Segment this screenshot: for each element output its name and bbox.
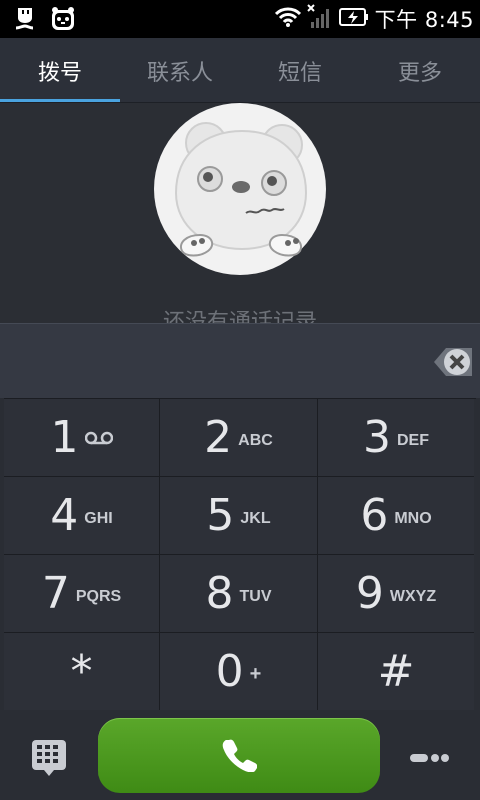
key-8[interactable]: 8 TUV: [160, 555, 318, 633]
key-4[interactable]: 4 GHI: [4, 477, 160, 555]
voicemail-icon: [84, 431, 113, 450]
key-1[interactable]: 1: [4, 399, 160, 477]
backspace-icon[interactable]: [432, 342, 474, 382]
key-9[interactable]: 9 WXYZ: [318, 555, 474, 633]
app-mascot-icon: [50, 6, 76, 36]
tab-bar: 拨号 联系人 短信 更多: [0, 38, 480, 103]
tab-contacts[interactable]: 联系人: [120, 38, 240, 103]
key-0[interactable]: 0 +: [160, 633, 318, 711]
call-button[interactable]: [98, 718, 380, 793]
battery-charging-icon: [338, 6, 369, 32]
dialed-number-display[interactable]: [0, 323, 480, 398]
usb-debug-icon: [14, 6, 38, 36]
status-bar: 下午 8:45: [0, 0, 480, 38]
dialer-action-bar: [0, 710, 480, 800]
empty-call-log-message: 还没有通话记录: [162, 310, 317, 323]
dialpad-toggle-icon[interactable]: [30, 738, 70, 778]
tab-messages[interactable]: 短信: [240, 38, 360, 103]
tab-more[interactable]: 更多: [360, 38, 480, 103]
key-3[interactable]: 3 DEF: [318, 399, 474, 477]
key-5[interactable]: 5 JKL: [160, 477, 318, 555]
phone-handset-icon: [221, 736, 258, 776]
dial-keypad: 1 2 ABC 3 DEF 4 GHI 5 JKL 6 MNO 7 PQRS 8…: [0, 398, 480, 711]
key-7[interactable]: 7 PQRS: [4, 555, 160, 633]
status-time: 下午 8:45: [374, 8, 474, 32]
tab-dialer[interactable]: 拨号: [0, 38, 120, 103]
key-6[interactable]: 6 MNO: [318, 477, 474, 555]
key-star[interactable]: *: [4, 633, 160, 711]
key-2[interactable]: 2 ABC: [160, 399, 318, 477]
key-hash[interactable]: #: [318, 633, 474, 711]
more-options-icon[interactable]: [410, 748, 450, 768]
call-log-empty-state: 还没有通话记录: [0, 103, 480, 323]
no-signal-icon: [306, 4, 333, 34]
wifi-icon: [274, 6, 301, 32]
empty-bear-illustration: [154, 103, 326, 275]
